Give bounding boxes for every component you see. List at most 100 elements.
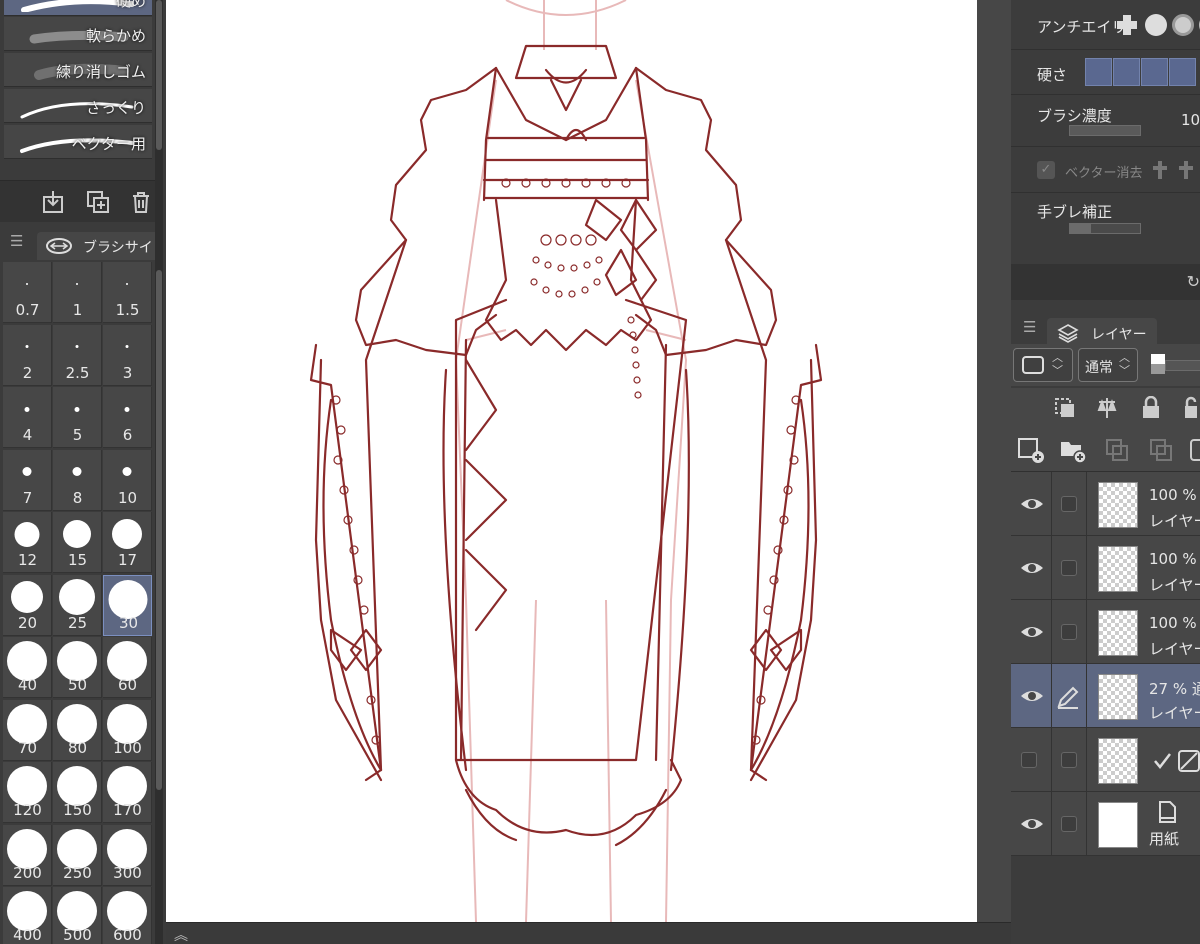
brush-size-option[interactable]: 4 [3,387,52,448]
brush-size-option[interactable]: 150 [53,762,102,823]
eye-icon[interactable] [1019,555,1045,581]
brush-item-label: 軟らかめ [85,27,146,45]
layer-select-checkbox[interactable] [1061,496,1077,512]
blend-mode-select[interactable]: 通常 ︿ ﹀ [1078,348,1138,382]
duplicate-icon[interactable] [85,189,111,215]
brush-size-option[interactable]: 0.7 [3,262,52,323]
brush-size-option[interactable]: 400 [3,887,52,944]
stabilization-row: 手ブレ補正 [1011,193,1200,245]
antialias-medium-icon[interactable] [1172,14,1194,36]
brush-size-option[interactable]: 30 [103,574,152,636]
brush-size-dot [107,703,147,744]
brush-size-option[interactable]: 17 [103,512,152,573]
eye-icon[interactable] [1019,491,1045,517]
brush-item-soft[interactable]: 軟らかめ [4,17,152,51]
layer-select-checkbox[interactable] [1061,624,1077,640]
brush-size-option[interactable]: 1 [53,262,102,323]
brush-size-option[interactable]: 25 [53,574,102,636]
trash-icon[interactable] [128,189,154,215]
scroll-thumb[interactable] [156,270,162,790]
brush-item-hard[interactable]: 硬め [4,0,152,16]
brush-size-option[interactable]: 100 [103,699,152,761]
layer-row[interactable]: 27 % 通レイヤー [1011,664,1200,728]
new-folder-icon[interactable] [1059,436,1087,464]
brush-size-option[interactable]: 15 [53,512,102,573]
merge-down-icon[interactable] [1147,436,1175,464]
brush-size-option[interactable]: 50 [53,637,102,698]
import-icon[interactable] [40,189,66,215]
tab-label: ブラシサイ [83,240,153,256]
brush-size-dot [22,467,32,476]
vector-erase-mode-icon[interactable] [1151,159,1200,181]
brush-size-option[interactable]: 5 [53,387,102,448]
panel-divider-bar: ↻ [1011,264,1200,300]
layer-row[interactable]: 100 % レイヤー [1011,600,1200,664]
visibility-checkbox[interactable] [1021,752,1037,768]
brush-item-sakkuri[interactable]: さっくり [4,89,152,123]
brush-size-option[interactable]: 6 [103,387,152,448]
brush-size-option[interactable]: 250 [53,824,102,886]
brush-size-option[interactable]: 60 [103,637,152,698]
brush-size-option[interactable]: 7 [3,449,52,511]
brush-size-value: 70 [17,738,38,757]
eye-icon[interactable] [1019,619,1045,645]
left-scrollbar[interactable] [155,0,163,944]
vector-erase-label: ベクター消去 [1065,166,1143,181]
layer-row[interactable]: 100 % レイヤー [1011,536,1200,600]
hardness-level-2[interactable] [1113,58,1140,86]
scroll-thumb[interactable] [156,0,162,150]
brush-size-option[interactable]: 170 [103,762,152,823]
layer-row[interactable] [1011,728,1200,792]
tab-brush-size[interactable]: ブラシサイ [37,232,160,260]
brush-size-option[interactable]: 2 [3,324,52,386]
layer-select-checkbox[interactable] [1061,560,1077,576]
layer-color-selector[interactable]: ︿ ﹀ [1013,348,1073,382]
stabilization-slider[interactable] [1069,223,1141,234]
layer-select-checkbox[interactable] [1061,752,1077,768]
brush-density-slider[interactable] [1069,125,1141,136]
reference-layer-icon[interactable] [1095,396,1119,420]
eye-icon[interactable] [1019,683,1045,709]
transfer-down-icon[interactable] [1103,436,1131,464]
layer-row[interactable]: 用紙 [1011,792,1200,856]
antialias-none-icon[interactable] [1115,13,1139,37]
expand-chevron-icon[interactable]: ︽ [174,925,188,944]
brush-size-option[interactable]: 200 [3,824,52,886]
antialias-weak-icon[interactable] [1145,14,1167,36]
layer-select-checkbox[interactable] [1061,816,1077,832]
clip-layer-icon[interactable] [1053,396,1077,420]
brush-size-option[interactable]: 2.5 [53,324,102,386]
brush-item-kneaded-eraser[interactable]: 練り消しゴム [4,53,152,87]
layer-opacity-slider[interactable] [1165,360,1200,371]
brush-size-option[interactable]: 1.5 [103,262,152,323]
brush-size-option[interactable]: 10 [103,449,152,511]
hardness-level-1[interactable] [1085,58,1112,86]
brush-size-option[interactable]: 500 [53,887,102,944]
brush-size-option[interactable]: 80 [53,699,102,761]
new-raster-layer-icon[interactable] [1017,436,1045,464]
brush-size-option[interactable]: 3 [103,324,152,386]
refresh-icon[interactable]: ↻ [1187,272,1200,291]
layer-row[interactable]: 100 % レイヤー [1011,472,1200,536]
brush-size-option[interactable]: 70 [3,699,52,761]
brush-size-option[interactable]: 20 [3,574,52,636]
combine-layer-icon[interactable] [1189,436,1200,464]
brush-size-option[interactable]: 300 [103,824,152,886]
brush-size-option[interactable]: 120 [3,762,52,823]
eye-icon[interactable] [1019,811,1045,837]
menu-icon[interactable]: ☰ [10,232,23,250]
drawing-canvas[interactable] [166,0,977,922]
brush-size-option[interactable]: 40 [3,637,52,698]
brush-size-option[interactable]: 12 [3,512,52,573]
vector-erase-checkbox[interactable]: ✓ [1037,161,1055,179]
menu-icon[interactable]: ☰ [1023,318,1036,336]
canvas-area[interactable]: ︽ [166,0,1011,944]
lock-icon[interactable] [1139,396,1163,420]
brush-item-vector[interactable]: ベクター用 [4,125,152,159]
brush-size-option[interactable]: 8 [53,449,102,511]
hardness-level-4[interactable] [1169,58,1196,86]
hardness-level-3[interactable] [1141,58,1168,86]
lock-transparency-icon[interactable] [1181,396,1200,420]
brush-size-option[interactable]: 600 [103,887,152,944]
paper-icon [1159,801,1176,823]
